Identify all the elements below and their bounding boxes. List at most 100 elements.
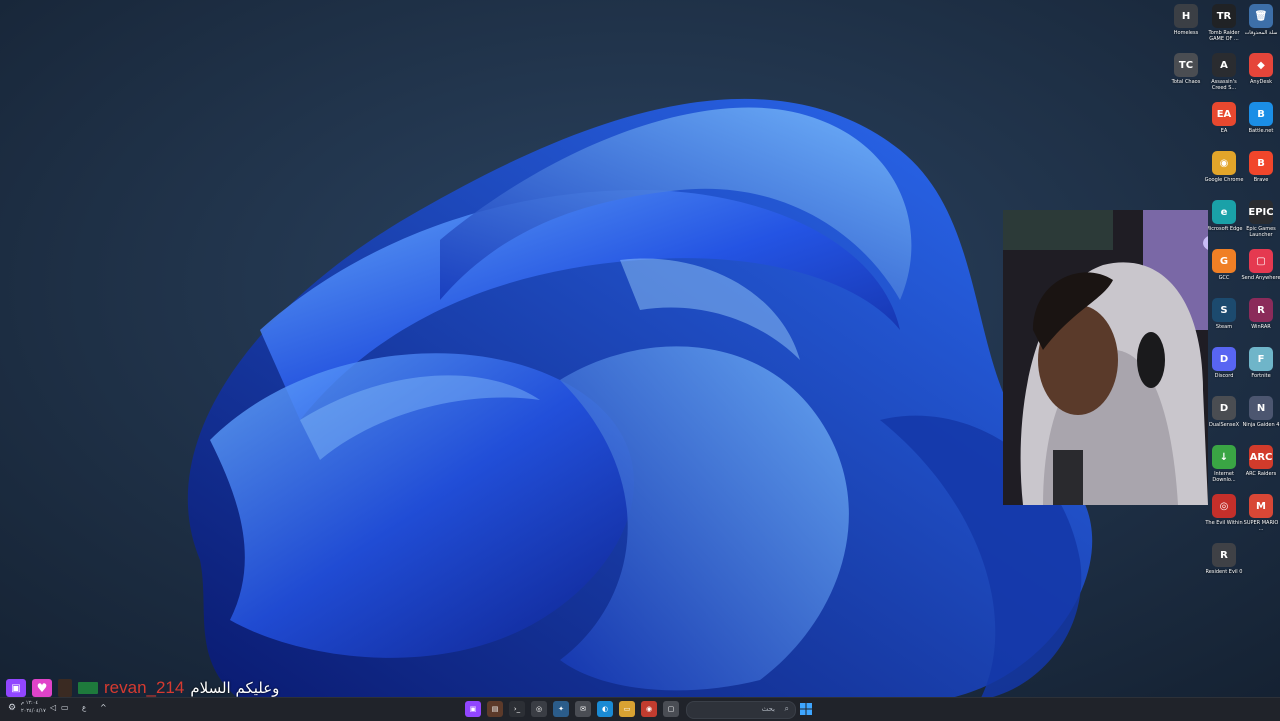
dualsensex-icon: D (1212, 396, 1236, 420)
desktop-icon-label: Epic Games Launcher (1246, 226, 1276, 238)
desktop-icon-label: Steam (1215, 324, 1233, 330)
tray-time[interactable]: ١٢:٠٤ م (21, 700, 38, 706)
tomb-raider-game-of-icon: TR (1212, 4, 1236, 28)
taskbar-chatgpt-icon[interactable]: ✦ (553, 701, 569, 717)
chevron-up-icon[interactable]: ^ (100, 703, 107, 712)
desktop-icon-internet-downlo[interactable]: ↓ Internet Downlo... (1204, 445, 1244, 483)
battle-net-icon: B (1249, 102, 1273, 126)
desktop-icon-label: Resident Evil 0 (1205, 569, 1243, 575)
discord-icon: D (1212, 347, 1236, 371)
desktop-icon-arc-raiders[interactable]: ARC ARC Raiders (1241, 445, 1280, 477)
tray-date[interactable]: ٢٠٢٤/٠٤/١٧ (21, 708, 46, 714)
desktop-icon-assassin-s-creed-s[interactable]: A Assassin's Creed S... (1204, 53, 1244, 91)
desktop-icon-send-anywhere[interactable]: ▢ Send Anywhere (1241, 249, 1280, 281)
desktop-icon-label: Discord (1214, 373, 1234, 379)
ea-icon: EA (1212, 102, 1236, 126)
desktop-icon-label: Homeless (1173, 30, 1199, 36)
tray-settings-icon[interactable]: ⚙ (8, 703, 16, 713)
desktop-icon-winrar[interactable]: R WinRAR (1241, 298, 1280, 330)
taskbar-edge-icon[interactable]: ▭ (619, 701, 635, 717)
twitch-icon: ▣ (6, 679, 26, 697)
flag-badge-icon (78, 682, 98, 694)
desktop-icon-label: Battle.net (1248, 128, 1274, 134)
google-chrome-icon: ◉ (1212, 151, 1236, 175)
character-badge-icon (58, 679, 72, 697)
desktop-icon-fortnite[interactable]: F Fortnite (1241, 347, 1280, 379)
chat-message: وعليكم السلام (190, 679, 280, 697)
brave-icon: B (1249, 151, 1273, 175)
internet-downlo-icon: ↓ (1212, 445, 1236, 469)
desktop-icon-homeless[interactable]: H Homeless (1166, 4, 1206, 36)
desktop-icon-label: سلة المحذوفات (1244, 30, 1278, 36)
assassin-s-creed-s-icon: A (1212, 53, 1236, 77)
taskbar-notepad-icon[interactable]: ▤ (487, 701, 503, 717)
desktop-icon-epic-games-launcher[interactable]: EPIC Epic Games Launcher (1241, 200, 1280, 238)
search-icon: ⌕ (784, 704, 789, 713)
streamer-webcam-image (1003, 210, 1208, 505)
anydesk-icon: ◆ (1249, 53, 1273, 77)
desktop-icon-label: GCC (1218, 275, 1230, 281)
the-evil-within-icon: ◎ (1212, 494, 1236, 518)
desktop-icon-label: Google Chrome (1204, 177, 1244, 183)
taskbar-files-icon[interactable]: ◉ (641, 701, 657, 717)
taskbar-mail-icon[interactable]: ✉ (575, 701, 591, 717)
total-chaos-icon: TC (1174, 53, 1198, 77)
network-icon[interactable]: ▭ (61, 703, 69, 712)
desktop-icon-label: WinRAR (1251, 324, 1271, 330)
desktop-icon-the-evil-within[interactable]: ◎ The Evil Within (1204, 494, 1244, 526)
desktop-icon-label: AnyDesk (1250, 79, 1272, 85)
desktop-icon-gcc[interactable]: G GCC (1204, 249, 1244, 281)
homeless-icon: H (1174, 4, 1198, 28)
desktop-icon-label: Tomb Raider GAME OF ... (1208, 30, 1240, 42)
heart-badge-icon: ♥ (32, 679, 52, 697)
desktop-icon-battle-net[interactable]: B Battle.net (1241, 102, 1280, 134)
desktop-icon-discord[interactable]: D Discord (1204, 347, 1244, 379)
desktop-icon-dualsensex[interactable]: D DualSenseX (1204, 396, 1244, 428)
microsoft-edge-icon: e (1212, 200, 1236, 224)
desktop-icon-anydesk[interactable]: ◆ AnyDesk (1241, 53, 1280, 85)
desktop-icon-recycle-bin[interactable]: 🗑 سلة المحذوفات (1241, 4, 1280, 36)
winrar-icon: R (1249, 298, 1273, 322)
desktop-icon-label: Fortnite (1251, 373, 1271, 379)
recycle-bin-icon: 🗑 (1249, 4, 1273, 28)
fortnite-icon: F (1249, 347, 1273, 371)
desktop-icon-label: SUPER MARIO ... (1243, 520, 1279, 532)
desktop-icon-label: Brave (1253, 177, 1269, 183)
desktop-icon-label: Total Chaos (1171, 79, 1201, 85)
lang-indicator[interactable]: ع (82, 704, 86, 712)
desktop-icon-super-mario[interactable]: M SUPER MARIO ... (1241, 494, 1280, 532)
steam-icon: S (1212, 298, 1236, 322)
desktop-icon-label: Assassin's Creed S... (1211, 79, 1237, 91)
desktop-icon-label: The Evil Within (1205, 520, 1243, 526)
volume-icon[interactable]: ◁ (50, 703, 56, 712)
desktop-icon-google-chrome[interactable]: ◉ Google Chrome (1204, 151, 1244, 183)
taskbar-store-icon[interactable]: ◐ (597, 701, 613, 717)
desktop-icon-resident-evil-0[interactable]: R Resident Evil 0 (1204, 543, 1244, 575)
taskbar-chrome-icon[interactable]: ▢ (663, 701, 679, 717)
send-anywhere-icon: ▢ (1249, 249, 1273, 273)
start-button-icon[interactable] (798, 701, 814, 717)
arc-raiders-icon: ARC (1249, 445, 1273, 469)
desktop-icon-label: EA (1220, 128, 1228, 134)
ninja-gaiden-4-icon: N (1249, 396, 1273, 420)
desktop-icon-label: Send Anywhere (1241, 275, 1280, 281)
desktop-icon-label: Microsoft Edge (1205, 226, 1243, 232)
search-placeholder: بحث (761, 705, 775, 713)
desktop-icon-ea[interactable]: EA EA (1204, 102, 1244, 134)
super-mario-icon: M (1249, 494, 1273, 518)
taskbar: ▣ ▤ ›_ ◎ ✦ ✉ ◐ ▭ ◉ ▢ ⌕ بحث (0, 697, 1280, 721)
chat-username: revan_214 (104, 678, 185, 697)
taskbar-search-box[interactable]: ⌕ بحث (686, 701, 796, 719)
epic-games-launcher-icon: EPIC (1248, 200, 1274, 224)
desktop-icon-tomb-raider-game-of[interactable]: TR Tomb Raider GAME OF ... (1204, 4, 1244, 42)
desktop-icon-label: Internet Downlo... (1212, 471, 1236, 483)
desktop-icon-ninja-gaiden-4[interactable]: N Ninja Gaiden 4 (1241, 396, 1280, 428)
desktop-icon-total-chaos[interactable]: TC Total Chaos (1166, 53, 1206, 85)
desktop-icon-microsoft-edge[interactable]: e Microsoft Edge (1204, 200, 1244, 232)
taskbar-obs-icon[interactable]: ◎ (531, 701, 547, 717)
desktop-icon-brave[interactable]: B Brave (1241, 151, 1280, 183)
desktop-icon-label: Ninja Gaiden 4 (1242, 422, 1280, 428)
taskbar-terminal-icon[interactable]: ›_ (509, 701, 525, 717)
taskbar-twitch-icon[interactable]: ▣ (465, 701, 481, 717)
desktop-icon-steam[interactable]: S Steam (1204, 298, 1244, 330)
